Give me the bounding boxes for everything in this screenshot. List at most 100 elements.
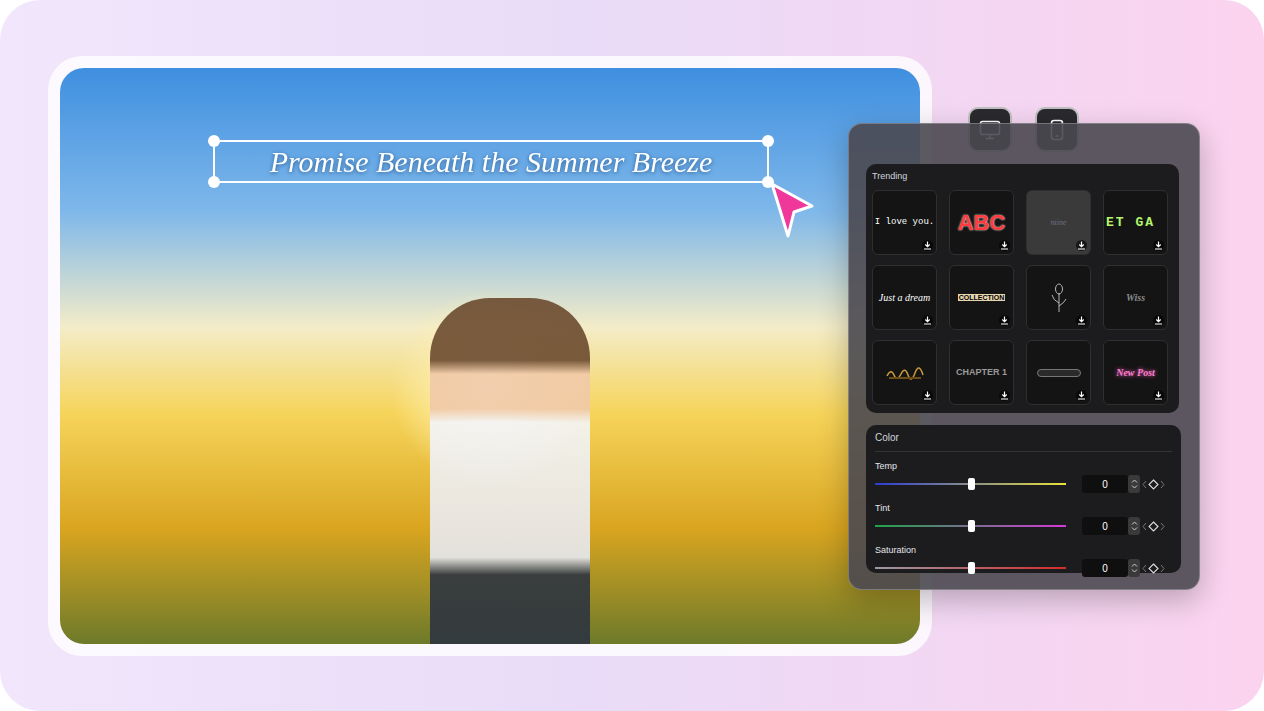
download-icon <box>1154 241 1163 250</box>
slider-thumb[interactable] <box>968 478 975 490</box>
stepper-icon <box>1131 478 1138 490</box>
slider-track[interactable] <box>875 567 1066 569</box>
slider-thumb[interactable] <box>968 520 975 532</box>
download-icon <box>1077 241 1086 250</box>
style-preset-tile[interactable]: ntine <box>1026 190 1091 255</box>
style-preset-tile[interactable]: ET GA <box>1103 190 1168 255</box>
slider-fill <box>875 567 971 569</box>
download-button[interactable] <box>1153 390 1164 401</box>
canvas-frame: Promise Beneath the Summer Breeze <box>48 56 932 656</box>
bar-shape <box>1037 369 1081 377</box>
style-preset-tile[interactable]: Wiss <box>1103 265 1168 330</box>
download-icon <box>1077 316 1086 325</box>
preset-text: ntine <box>1051 219 1067 227</box>
slider-fill <box>875 525 971 527</box>
style-preset-tile[interactable] <box>872 340 937 405</box>
keyframe-controls[interactable] <box>1142 521 1165 532</box>
resize-handle[interactable] <box>208 176 220 188</box>
download-icon <box>1000 241 1009 250</box>
stepper-icon <box>1131 520 1138 532</box>
stepper[interactable] <box>1128 559 1140 577</box>
title-text[interactable]: Promise Beneath the Summer Breeze <box>270 144 713 180</box>
style-preset-tile[interactable]: COLLECTION <box>949 265 1014 330</box>
download-button[interactable] <box>1153 240 1164 251</box>
keyframe-icon <box>1148 479 1159 490</box>
preset-text: ABC <box>958 212 1006 234</box>
download-icon <box>1154 316 1163 325</box>
trending-section: Trending I love you. ABC ntine ET GA Just a … <box>866 164 1179 413</box>
stepper-icon <box>1131 562 1138 574</box>
keyframe-controls[interactable] <box>1142 563 1165 574</box>
preset-text: COLLECTION <box>958 294 1006 301</box>
video-frame[interactable]: Promise Beneath the Summer Breeze <box>60 68 920 644</box>
prev-keyframe-icon <box>1142 522 1147 531</box>
slider-track[interactable] <box>875 483 1066 485</box>
preset-text: ET GA <box>1106 216 1155 229</box>
download-button[interactable] <box>1076 390 1087 401</box>
download-button[interactable] <box>999 240 1010 251</box>
download-button[interactable] <box>999 315 1010 326</box>
download-button[interactable] <box>1076 315 1087 326</box>
style-preset-tile[interactable]: CHAPTER 1 <box>949 340 1014 405</box>
flower-icon <box>1048 283 1070 313</box>
keyframe-icon <box>1148 521 1159 532</box>
download-icon <box>923 316 932 325</box>
slider-row: Tint 0 <box>875 502 1172 535</box>
value-field[interactable]: 0 <box>1082 559 1128 577</box>
slider-controls: 0 <box>875 475 1172 493</box>
value-field[interactable]: 0 <box>1082 475 1128 493</box>
title-text-box[interactable]: Promise Beneath the Summer Breeze <box>213 140 769 183</box>
stepper[interactable] <box>1128 517 1140 535</box>
download-icon <box>923 241 932 250</box>
style-preset-tile[interactable]: ABC <box>949 190 1014 255</box>
preset-text: New Post <box>1116 368 1155 378</box>
slider-label: Tint <box>875 502 1172 514</box>
value-field[interactable]: 0 <box>1082 517 1128 535</box>
slider-row: Saturation 0 <box>875 544 1172 577</box>
section-title: Color <box>875 431 1172 452</box>
download-icon <box>1154 391 1163 400</box>
resize-handle[interactable] <box>208 135 220 147</box>
preset-text: Wiss <box>1126 293 1145 303</box>
download-button[interactable] <box>922 240 933 251</box>
style-preset-tile[interactable]: Just a dream <box>872 265 937 330</box>
style-panel: Trending I love you. ABC ntine ET GA Just a … <box>848 123 1200 590</box>
style-preset-tile[interactable]: I love you. <box>872 190 937 255</box>
stepper[interactable] <box>1128 475 1140 493</box>
next-keyframe-icon <box>1160 522 1165 531</box>
keyframe-icon <box>1148 563 1159 574</box>
resize-handle[interactable] <box>762 135 774 147</box>
prev-keyframe-icon <box>1142 480 1147 489</box>
download-button[interactable] <box>922 390 933 401</box>
download-icon <box>1000 391 1009 400</box>
slider-fill <box>875 483 971 485</box>
slider-controls: 0 <box>875 517 1172 535</box>
download-icon <box>1077 391 1086 400</box>
prev-keyframe-icon <box>1142 564 1147 573</box>
preset-text: CHAPTER 1 <box>956 368 1007 377</box>
slider-controls: 0 <box>875 559 1172 577</box>
slider-thumb[interactable] <box>968 562 975 574</box>
download-icon <box>1000 316 1009 325</box>
cursor-icon <box>768 180 818 242</box>
style-preset-tile[interactable] <box>1026 340 1091 405</box>
preset-text: I love you. <box>875 218 934 227</box>
download-icon <box>923 391 932 400</box>
slider-label: Temp <box>875 460 1172 472</box>
style-preset-tile[interactable]: New Post <box>1103 340 1168 405</box>
next-keyframe-icon <box>1160 480 1165 489</box>
section-title: Trending <box>872 170 1173 190</box>
preset-text: Just a dream <box>879 293 930 303</box>
slider-track[interactable] <box>875 525 1066 527</box>
slider-row: Temp 0 <box>875 460 1172 493</box>
style-preset-tile[interactable] <box>1026 265 1091 330</box>
next-keyframe-icon <box>1160 564 1165 573</box>
keyframe-controls[interactable] <box>1142 479 1165 490</box>
download-button[interactable] <box>1076 240 1087 251</box>
download-button[interactable] <box>999 390 1010 401</box>
color-section: Color Temp0Tint0Saturation0 <box>866 425 1181 573</box>
download-button[interactable] <box>922 315 933 326</box>
download-button[interactable] <box>1153 315 1164 326</box>
gold-text-icon <box>885 366 925 380</box>
slider-label: Saturation <box>875 544 1172 556</box>
